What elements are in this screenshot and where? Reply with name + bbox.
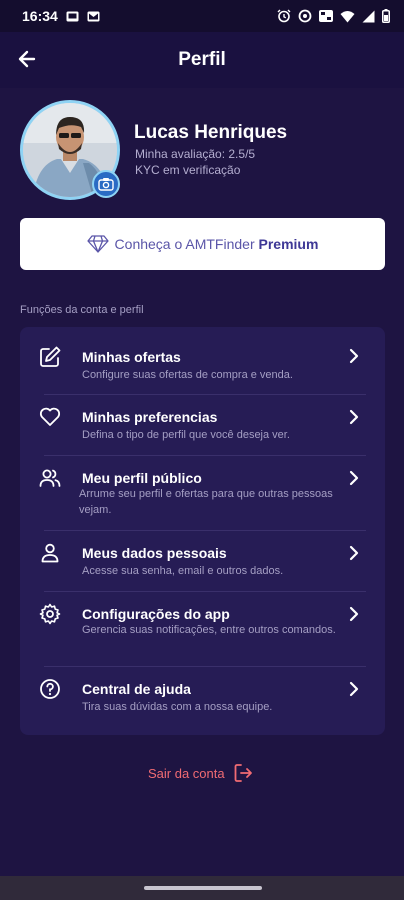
- heart-icon: [39, 407, 61, 426]
- menu-item-minhas-preferencias[interactable]: Minhas preferencias Defina o tipo de per…: [20, 395, 385, 455]
- alarm-icon: [277, 9, 291, 23]
- status-time: 16:34: [22, 8, 58, 24]
- diamond-icon: [86, 235, 109, 253]
- menu-item-meu-perfil-publico[interactable]: Meu perfil público Arrume seu perfil e o…: [20, 456, 385, 530]
- tv-icon: [66, 11, 79, 22]
- gear-icon: [39, 603, 61, 625]
- change-photo-button[interactable]: [92, 170, 120, 198]
- profile-rating: Minha avaliação: 2.5/5: [135, 147, 256, 161]
- kyc-status: KYC em verificação: [135, 163, 241, 177]
- chevron-right-icon: [349, 470, 359, 486]
- menu-description: Defina o tipo de perfil que você deseja …: [82, 429, 290, 441]
- menu-title: Central de ajuda: [82, 681, 191, 697]
- menu-item-central-de-ajuda[interactable]: Central de ajuda Tira suas dúvidas com a…: [20, 667, 385, 733]
- status-bar: 16:34: [0, 0, 404, 32]
- logout-button[interactable]: Sair da conta: [148, 762, 253, 784]
- menu-description: Configure suas ofertas de compra e venda…: [82, 369, 293, 381]
- menu-title: Minhas ofertas: [82, 349, 181, 365]
- home-gesture-handle[interactable]: [144, 886, 262, 890]
- chevron-right-icon: [349, 409, 359, 425]
- help-icon: [40, 679, 60, 699]
- chevron-right-icon: [349, 348, 359, 364]
- battery-icon: [382, 9, 390, 23]
- logout-icon: [234, 764, 252, 782]
- premium-label-highlight: Premium: [258, 236, 319, 252]
- menu-title: Meu perfil público: [82, 470, 202, 486]
- data-saver-icon: [298, 9, 312, 23]
- premium-button[interactable]: Conheça o AMTFinder Premium: [20, 218, 385, 270]
- edit-icon: [40, 346, 61, 367]
- menu-description: Acesse sua senha, email e outros dados.: [82, 565, 284, 577]
- menu-title: Minhas preferencias: [82, 409, 218, 425]
- profile-section: Lucas Henriques Minha avaliação: 2.5/5 K…: [20, 98, 384, 200]
- premium-label-prefix: Conheça o AMTFinder: [114, 236, 255, 252]
- back-button[interactable]: [12, 44, 42, 74]
- menu-item-meus-dados-pessoais[interactable]: Meus dados pessoais Acesse sua senha, em…: [20, 531, 385, 591]
- status-right: [277, 9, 390, 23]
- section-label: Funções da conta e perfil: [20, 304, 144, 316]
- menu-description: Gerencia suas notificações, entre outros…: [82, 624, 336, 636]
- system-nav-bar: [0, 876, 404, 900]
- volte-icon: [319, 9, 333, 23]
- wifi-icon: [340, 10, 355, 23]
- users-icon: [39, 469, 61, 487]
- mail-icon: [87, 11, 100, 22]
- chevron-right-icon: [349, 606, 359, 622]
- chevron-right-icon: [349, 545, 359, 561]
- app-header: Perfil: [0, 32, 404, 88]
- logout-label: Sair da conta: [148, 765, 225, 781]
- profile-name: Lucas Henriques: [134, 122, 288, 143]
- menu-item-minhas-ofertas[interactable]: Minhas ofertas Configure suas ofertas de…: [20, 327, 385, 393]
- person-icon: [41, 543, 59, 563]
- signal-icon: [362, 10, 375, 23]
- account-menu: Minhas ofertas Configure suas ofertas de…: [20, 327, 385, 735]
- page-title: Perfil: [178, 49, 226, 70]
- back-arrow-icon: [18, 50, 36, 68]
- camera-icon: [98, 178, 114, 191]
- menu-title: Meus dados pessoais: [82, 545, 227, 561]
- menu-item-configuracoes-do-app[interactable]: Configurações do app Gerencia suas notif…: [20, 592, 385, 666]
- menu-description: Tira suas dúvidas com a nossa equipe.: [82, 701, 273, 713]
- menu-title: Configurações do app: [82, 606, 230, 622]
- status-left: 16:34: [22, 8, 100, 24]
- premium-label: Conheça o AMTFinder Premium: [115, 236, 319, 252]
- chevron-right-icon: [349, 681, 359, 697]
- menu-description: Arrume seu perfil e ofertas para que out…: [79, 488, 333, 516]
